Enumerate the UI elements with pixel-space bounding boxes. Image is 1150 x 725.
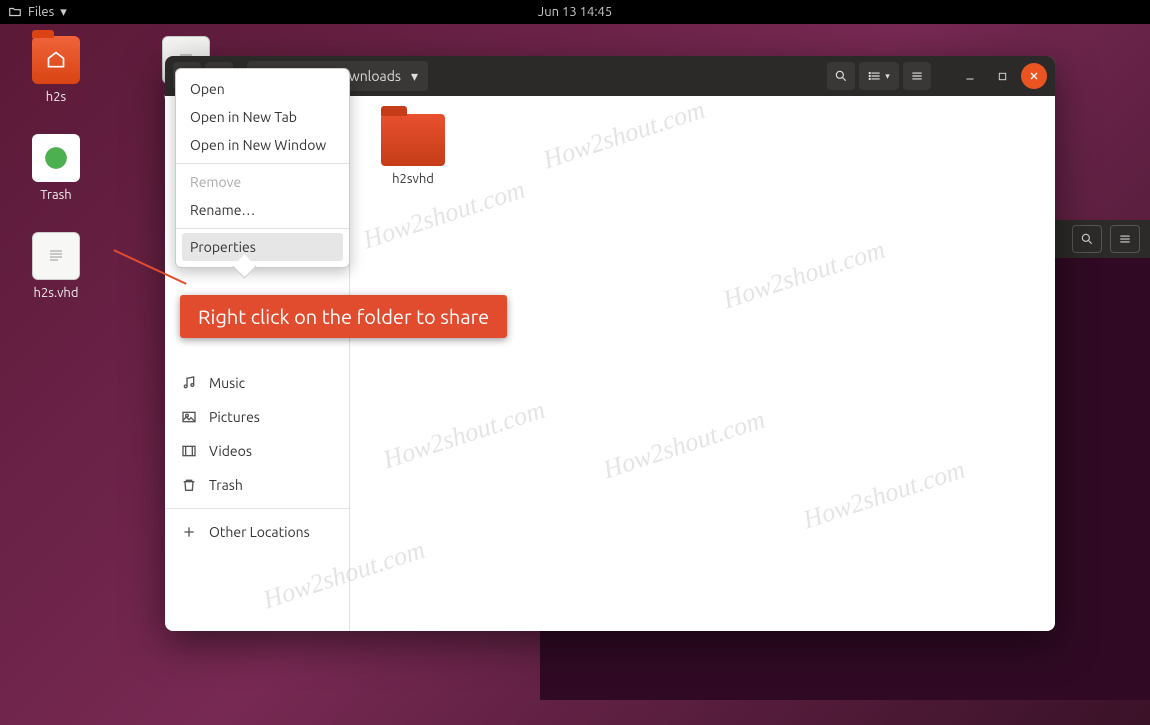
menu-item-remove: Remove: [176, 168, 349, 196]
hamburger-button[interactable]: [1110, 225, 1140, 253]
menu-item-open-tab[interactable]: Open in New Tab: [176, 103, 349, 131]
sidebar-item-other-locations[interactable]: Other Locations: [165, 515, 349, 549]
view-list-button[interactable]: ▾: [859, 62, 899, 90]
video-icon: [181, 443, 197, 459]
sidebar-item-videos[interactable]: Videos: [165, 434, 349, 468]
sidebar-item-label: Other Locations: [209, 524, 310, 540]
desktop-icon-trash[interactable]: Trash: [16, 134, 96, 202]
top-menu-bar: Files ▾ Jun 13 14:45: [0, 0, 1150, 24]
sidebar-item-label: Trash: [209, 477, 243, 493]
hamburger-button[interactable]: [903, 62, 931, 90]
sidebar-item-trash[interactable]: Trash: [165, 468, 349, 502]
trash-icon: [181, 477, 197, 493]
menu-item-rename[interactable]: Rename…: [176, 196, 349, 224]
chevron-down-icon[interactable]: ▾: [411, 68, 418, 85]
file-view[interactable]: h2svhd: [350, 96, 1055, 631]
icon-label: Trash: [40, 188, 71, 202]
desktop-icon-h2s[interactable]: h2s: [16, 36, 96, 104]
folder-icon: [32, 36, 80, 84]
separator: [176, 228, 349, 229]
app-menu[interactable]: Files ▾: [8, 5, 67, 20]
menu-item-open-window[interactable]: Open in New Window: [176, 131, 349, 159]
search-button[interactable]: [827, 62, 855, 90]
desktop-icon-h2svhd[interactable]: h2s.vhd: [16, 232, 96, 300]
separator: [165, 508, 349, 509]
separator: [176, 163, 349, 164]
trash-icon: [32, 134, 80, 182]
chevron-down-icon: ▾: [60, 5, 67, 20]
menu-item-open[interactable]: Open: [176, 75, 349, 103]
close-button[interactable]: [1021, 63, 1047, 89]
search-button[interactable]: [1072, 225, 1102, 253]
sidebar-item-label: Music: [209, 375, 245, 391]
file-icon: [32, 232, 80, 280]
file-label: h2svhd: [392, 172, 434, 186]
plus-icon: [181, 524, 197, 540]
app-menu-label: Files: [28, 5, 54, 19]
folder-icon: [8, 5, 22, 19]
icon-label: h2s.vhd: [34, 286, 79, 300]
music-icon: [181, 375, 197, 391]
sidebar-item-pictures[interactable]: Pictures: [165, 400, 349, 434]
minimize-button[interactable]: [957, 63, 983, 89]
annotation-callout: Right click on the folder to share: [180, 295, 507, 338]
maximize-button[interactable]: [989, 63, 1015, 89]
sidebar-item-music[interactable]: Music: [165, 366, 349, 400]
chevron-down-icon: ▾: [885, 71, 890, 82]
icon-label: h2s: [46, 90, 66, 104]
folder-icon: [381, 114, 445, 166]
clock[interactable]: Jun 13 14:45: [538, 5, 612, 19]
sidebar-item-label: Pictures: [209, 409, 260, 425]
menu-item-properties[interactable]: Properties: [182, 233, 343, 261]
context-menu: Open Open in New Tab Open in New Window …: [175, 68, 350, 268]
picture-icon: [181, 409, 197, 425]
folder-item-h2svhd[interactable]: h2svhd: [368, 114, 458, 186]
sidebar-item-label: Videos: [209, 443, 252, 459]
